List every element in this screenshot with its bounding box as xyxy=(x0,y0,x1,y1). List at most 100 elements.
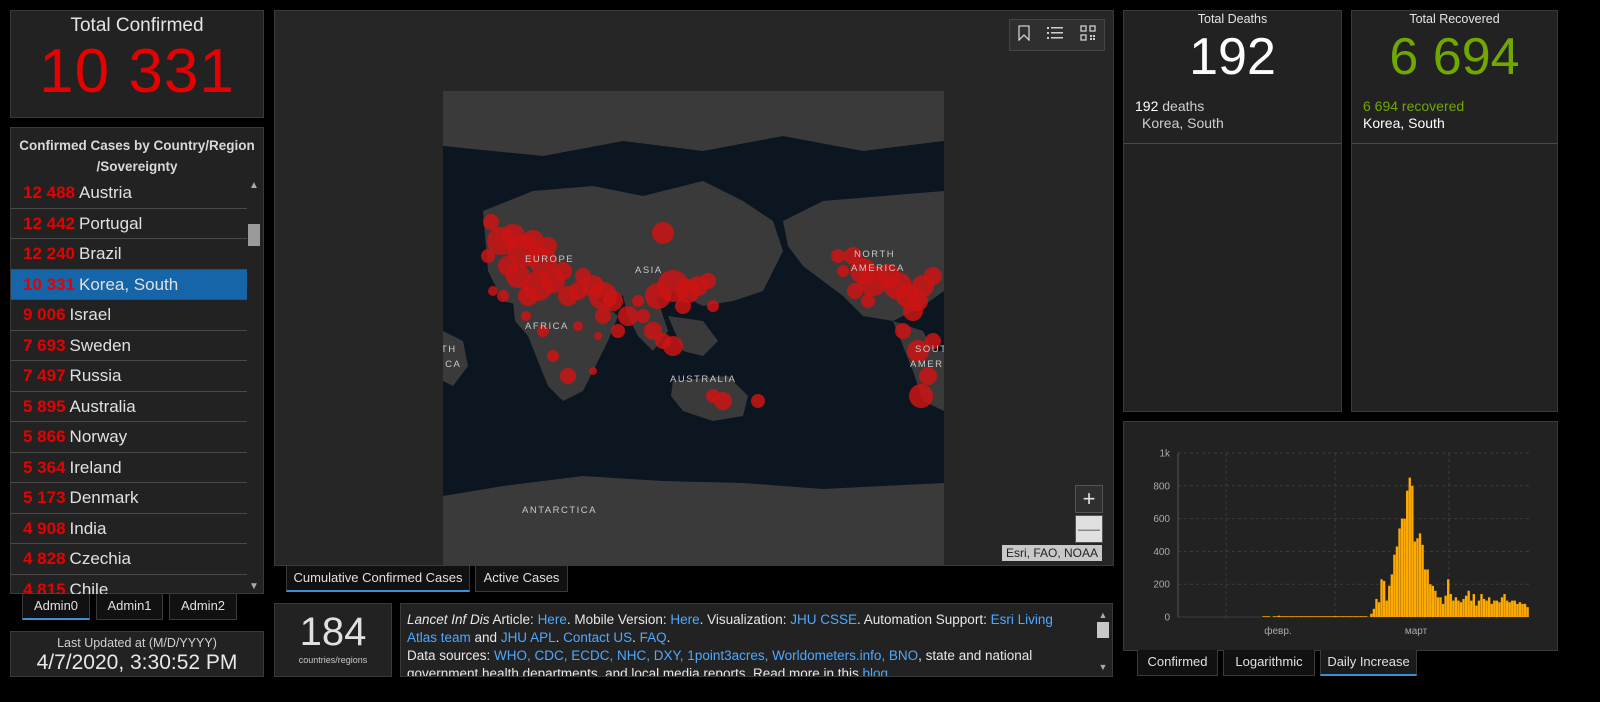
chart-bar[interactable] xyxy=(1300,616,1304,617)
case-bubble[interactable] xyxy=(575,268,591,284)
world-map[interactable]: EUROPE ASIA AFRICA AUSTRALIA ANTARCTICA … xyxy=(441,91,954,566)
chart-bar[interactable] xyxy=(1457,600,1460,617)
case-bubble[interactable] xyxy=(618,306,638,326)
chart-bar[interactable] xyxy=(1511,600,1514,617)
chart-bar[interactable] xyxy=(1311,616,1314,617)
case-bubble[interactable] xyxy=(560,368,576,384)
case-bubble[interactable] xyxy=(603,291,623,311)
chart-bar[interactable] xyxy=(1390,574,1394,617)
chart-bar[interactable] xyxy=(1508,602,1511,617)
case-bubble[interactable] xyxy=(547,350,559,362)
chart-bar[interactable] xyxy=(1493,600,1496,617)
chart-bar[interactable] xyxy=(1434,590,1437,617)
country-row[interactable]: 12 488 Austria xyxy=(11,178,247,209)
chart-bar[interactable] xyxy=(1298,616,1301,617)
map-panel[interactable]: EUROPE ASIA AFRICA AUSTRALIA ANTARCTICA … xyxy=(274,10,1114,566)
chart-bar[interactable] xyxy=(1393,554,1396,617)
case-bubble[interactable] xyxy=(837,265,849,277)
chart-bar[interactable] xyxy=(1288,616,1291,617)
chart-bar[interactable] xyxy=(1523,603,1527,617)
chart-bar[interactable] xyxy=(1349,616,1353,617)
chart-bar[interactable] xyxy=(1329,616,1332,617)
chart-bar[interactable] xyxy=(1429,584,1432,617)
chart-bar[interactable] xyxy=(1418,533,1422,617)
country-list[interactable]: 12 488 Austria 12 442 Portugal 12 240 Brazil 1… xyxy=(11,178,247,594)
scroll-down-icon[interactable]: ▼ xyxy=(247,581,261,592)
chart-bar[interactable] xyxy=(1313,616,1317,617)
case-bubble[interactable] xyxy=(518,286,538,306)
case-bubble[interactable] xyxy=(497,290,509,302)
chart-bar[interactable] xyxy=(1321,616,1324,617)
country-row[interactable]: 5 866 Norway xyxy=(11,422,247,453)
chart-bar[interactable] xyxy=(1503,594,1506,617)
chart-bar[interactable] xyxy=(1275,616,1278,617)
chart-bar[interactable] xyxy=(1382,580,1386,617)
tab-chart-daily-increase[interactable]: Daily Increase xyxy=(1320,650,1417,676)
chart-bar[interactable] xyxy=(1262,616,1265,617)
country-row[interactable]: 4 815 Chile xyxy=(11,575,247,595)
country-row[interactable]: 5 895 Australia xyxy=(11,392,247,422)
country-row[interactable]: 5 173 Denmark xyxy=(11,483,247,514)
case-bubble[interactable] xyxy=(483,214,499,230)
chart-bar[interactable] xyxy=(1380,579,1383,617)
chart-bar[interactable] xyxy=(1439,597,1442,617)
chart-bar[interactable] xyxy=(1431,585,1435,617)
chart-bar[interactable] xyxy=(1521,603,1524,617)
chart-bar[interactable] xyxy=(1331,616,1335,617)
chart-bar[interactable] xyxy=(1375,598,1378,617)
article-link[interactable]: Here xyxy=(538,612,567,627)
chart-bar[interactable] xyxy=(1344,616,1347,617)
chart-bar[interactable] xyxy=(1359,616,1363,617)
chart-bar[interactable] xyxy=(1408,477,1411,617)
chart-bar[interactable] xyxy=(1444,595,1447,617)
tab-admin1[interactable]: Admin1 xyxy=(96,594,163,620)
case-bubble[interactable] xyxy=(595,308,611,324)
chart-bar[interactable] xyxy=(1462,598,1465,617)
case-bubble[interactable] xyxy=(498,256,518,276)
qr-code-icon[interactable] xyxy=(1079,25,1096,45)
chart-bar[interactable] xyxy=(1316,616,1319,617)
zoom-in-button[interactable]: + xyxy=(1075,485,1103,513)
scroll-thumb[interactable] xyxy=(248,224,260,246)
chart-bar[interactable] xyxy=(1347,616,1350,617)
chart-bar[interactable] xyxy=(1526,607,1529,617)
chart-bar[interactable] xyxy=(1306,616,1309,617)
chart-bar[interactable] xyxy=(1416,538,1419,617)
chart-bar[interactable] xyxy=(1388,585,1391,617)
country-row[interactable]: 5 364 Ireland xyxy=(11,453,247,483)
chart-bar[interactable] xyxy=(1480,594,1483,617)
chart-bar[interactable] xyxy=(1441,603,1445,617)
chart-bar[interactable] xyxy=(1477,600,1481,617)
chart-bar[interactable] xyxy=(1413,541,1417,617)
contact-link[interactable]: Contact US xyxy=(563,630,632,645)
chart-bar[interactable] xyxy=(1505,600,1509,617)
list-icon[interactable] xyxy=(1046,26,1063,44)
chart-bar[interactable] xyxy=(1293,616,1296,617)
scroll-thumb[interactable] xyxy=(1097,622,1109,638)
tab-admin2[interactable]: Admin2 xyxy=(169,594,237,620)
chart-bar[interactable] xyxy=(1357,616,1360,617)
chart-bar[interactable] xyxy=(1403,518,1406,617)
data-sources-link[interactable]: WHO, CDC, ECDC, NHC, DXY, 1point3acres, … xyxy=(494,648,918,663)
case-bubble[interactable] xyxy=(895,323,911,339)
case-bubble[interactable] xyxy=(861,294,875,308)
case-bubble[interactable] xyxy=(847,283,863,299)
chart-bar[interactable] xyxy=(1472,594,1475,617)
chart-bar[interactable] xyxy=(1352,616,1355,617)
country-row[interactable]: 9 006 Israel xyxy=(11,300,247,331)
chart-bar[interactable] xyxy=(1341,616,1345,617)
chart-bar[interactable] xyxy=(1518,602,1522,617)
chart-bar[interactable] xyxy=(1500,597,1504,617)
chart-bar[interactable] xyxy=(1454,597,1458,617)
chart-bar[interactable] xyxy=(1459,602,1463,617)
case-bubble[interactable] xyxy=(539,237,557,255)
chart-bar[interactable] xyxy=(1411,485,1414,617)
chart-bar[interactable] xyxy=(1272,616,1276,617)
jhu-apl-link[interactable]: JHU APL xyxy=(501,630,556,645)
bookmark-icon[interactable] xyxy=(1018,25,1030,45)
case-bubble[interactable] xyxy=(831,249,845,263)
chart-bar[interactable] xyxy=(1265,616,1268,617)
case-bubble[interactable] xyxy=(611,324,625,338)
chart-bar[interactable] xyxy=(1354,616,1358,617)
chart-bar[interactable] xyxy=(1290,616,1294,617)
